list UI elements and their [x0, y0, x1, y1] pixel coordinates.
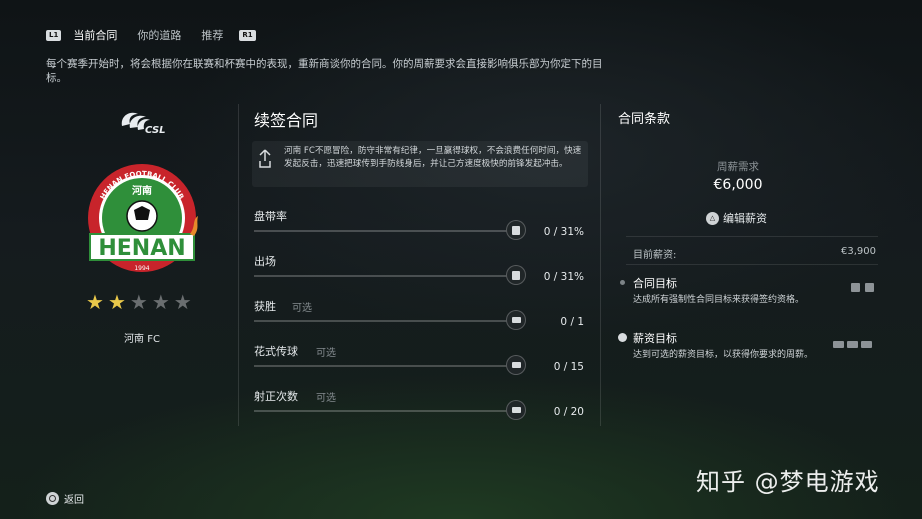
objective-row[interactable]: 花式传球 可选 0 / 15 [254, 343, 588, 383]
objective-row[interactable]: 出场 0 / 31% [254, 253, 588, 293]
edit-wage-label: 编辑薪资 [723, 212, 767, 225]
objective-progress-bar [254, 410, 510, 412]
divider-left [238, 104, 239, 426]
crest-name-text: HENAN [98, 236, 185, 261]
money-icon [506, 400, 526, 420]
objective-label: 花式传球 [254, 345, 298, 358]
club-crest: 河南 HENAN 1994 HENAN FOOTBALL CLUB [88, 164, 198, 272]
wage-demand-value: €6,000 [713, 177, 763, 193]
objective-value: 0 / 20 [553, 406, 584, 418]
divider-right [600, 104, 601, 426]
top-tabs: L1 当前合同 你的道路 推荐 R1 [46, 27, 268, 43]
objective-label: 盘带率 [254, 210, 287, 223]
tab-your-path[interactable]: 你的道路 [137, 27, 181, 43]
star-filled-icon: ★ [107, 290, 126, 314]
club-name: 河南 FC [124, 334, 160, 345]
optional-tag: 可选 [316, 393, 336, 404]
tab-current-contract[interactable]: 当前合同 [73, 27, 117, 43]
l1-button-hint[interactable]: L1 [46, 29, 62, 41]
edit-wage-button[interactable]: △ 编辑薪资 [706, 210, 767, 226]
csl-logo-text: CSL [145, 125, 166, 136]
objective-progress-bar [254, 230, 510, 232]
tab-recommended[interactable]: 推荐 [201, 27, 223, 43]
document-icon [506, 220, 526, 240]
back-label: 返回 [64, 495, 84, 506]
objective-label: 射正次数 [254, 390, 298, 403]
divider [626, 236, 878, 237]
salary-goal-title: 薪资目标 [633, 332, 677, 345]
contract-goal-desc: 达成所有强制性合同目标来获得签约资格。 [633, 295, 805, 305]
circle-button-icon [46, 492, 59, 505]
renewal-description: 河南 FC不愿冒险，防守非常有纪律，一旦赢得球权，不会浪费任何时间，快速发起反击… [284, 146, 582, 169]
csl-logo: CSL [121, 112, 166, 136]
terms-title: 合同条款 [618, 112, 671, 127]
r1-button-hint[interactable]: R1 [239, 29, 256, 41]
lock-icon [618, 333, 627, 342]
crest-cn-text: 河南 [132, 184, 152, 197]
objective-row[interactable]: 射正次数 可选 0 / 20 [254, 388, 588, 428]
optional-tag: 可选 [316, 348, 336, 359]
current-wage-label: 目前薪资: [633, 250, 677, 261]
objective-value: 0 / 31% [543, 271, 584, 283]
current-wage-value: €3,900 [841, 246, 876, 257]
divider [626, 264, 878, 265]
star-empty-icon: ★ [173, 290, 192, 314]
objective-progress-bar [254, 365, 510, 367]
tactic-arrow-icon [259, 149, 271, 168]
objective-row[interactable]: 获胜 可选 0 / 1 [254, 298, 588, 338]
wage-demand-label: 周薪需求 [717, 161, 759, 173]
optional-tag: 可选 [292, 303, 312, 314]
objective-progress-bar [254, 320, 510, 322]
objective-label: 出场 [254, 255, 276, 268]
money-icon [506, 355, 526, 375]
star-empty-icon: ★ [129, 290, 148, 314]
intro-text: 每个赛季开始时，将会根据你在联赛和杯赛中的表现，重新商谈你的合同。你的周薪要求会… [46, 58, 603, 84]
back-button[interactable]: 返回 [46, 491, 84, 506]
crest-year-text: 1994 [134, 265, 149, 272]
salary-goal-desc: 达到可选的薪资目标，以获得你要求的周薪。 [633, 350, 814, 360]
star-filled-icon: ★ [86, 290, 104, 314]
star-empty-icon: ★ [151, 290, 170, 314]
bullet-icon [620, 280, 625, 285]
triangle-button-icon: △ [706, 211, 719, 225]
objective-value: 0 / 15 [553, 361, 584, 373]
objective-value: 0 / 31% [543, 226, 584, 238]
objective-value: 0 / 1 [560, 316, 584, 328]
renewal-title: 续签合同 [254, 111, 319, 130]
objective-row[interactable]: 盘带率 0 / 31% [254, 208, 588, 248]
star-rating: ★ ★ ★ ★ ★ [86, 292, 192, 312]
objective-progress-bar [254, 275, 510, 277]
money-icon [506, 310, 526, 330]
document-icon [506, 265, 526, 285]
contract-goal-title: 合同目标 [633, 277, 677, 290]
salary-goal-indicators [830, 333, 872, 352]
contract-goal-indicators [846, 277, 874, 296]
objective-label: 获胜 [254, 300, 276, 313]
watermark: 知乎 @梦电游戏 [696, 468, 880, 496]
